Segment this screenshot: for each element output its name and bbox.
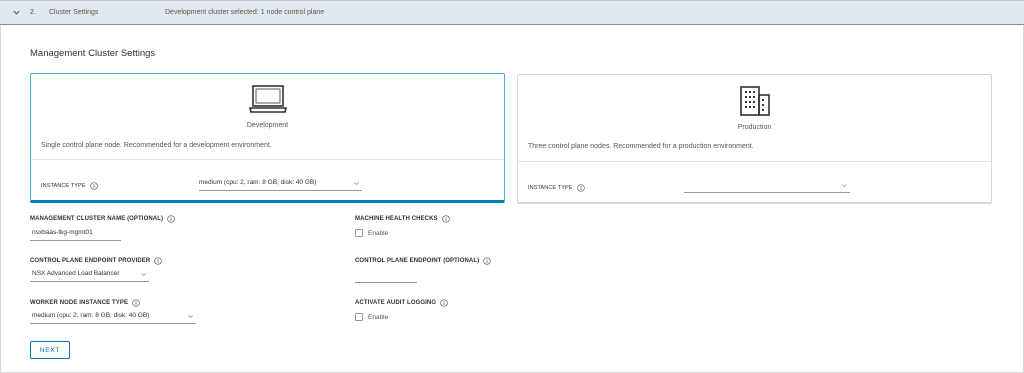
chevron-down-icon <box>354 182 359 186</box>
development-instance-type-label: INSTANCE TYPE <box>41 182 98 190</box>
machine-health-checks-option: Enable <box>368 229 389 237</box>
worker-instance-type-select[interactable]: medium (cpu: 2, ram: 8 GB, disk: 40 GB) <box>30 312 196 324</box>
section-title: Management Cluster Settings <box>30 48 156 59</box>
worker-instance-type-value: medium (cpu: 2, ram: 8 GB, disk: 40 GB) <box>32 312 150 319</box>
worker-instance-type-label: WORKER NODE INSTANCE TYPE <box>30 299 140 307</box>
endpoint-provider-value: NSX Advanced Load Balancer <box>32 270 120 277</box>
step-number: 2. <box>30 9 36 16</box>
machine-health-checks-label: MACHINE HEALTH CHECKS <box>355 215 450 223</box>
step-summary: Development cluster selected: 1 node con… <box>165 9 325 16</box>
endpoint-provider-label-text: CONTROL PLANE ENDPOINT PROVIDER <box>30 258 151 264</box>
machine-health-checks-checkbox-row[interactable]: Enable <box>355 229 388 237</box>
audit-logging-checkbox[interactable] <box>355 313 363 321</box>
cluster-name-label-text: MANAGEMENT CLUSTER NAME (OPTIONAL) <box>30 216 164 222</box>
development-card-description: Single control plane node. Recommended f… <box>41 142 272 149</box>
machine-health-checks-label-text: MACHINE HEALTH CHECKS <box>355 216 438 222</box>
page-border-left <box>0 25 1 373</box>
endpoint-label-text: CONTROL PLANE ENDPOINT (OPTIONAL) <box>355 258 480 264</box>
development-card-divider <box>31 159 504 160</box>
development-instance-type-text: INSTANCE TYPE <box>41 183 86 189</box>
audit-logging-option: Enable <box>368 313 389 321</box>
next-button[interactable]: NEXT <box>30 341 70 359</box>
cluster-name-label: MANAGEMENT CLUSTER NAME (OPTIONAL) <box>30 215 175 223</box>
chevron-down-icon <box>842 184 847 188</box>
info-icon[interactable] <box>440 299 448 307</box>
production-card-name: Production <box>737 124 772 131</box>
audit-logging-checkbox-row[interactable]: Enable <box>355 313 388 321</box>
chevron-down-icon[interactable] <box>12 8 21 17</box>
production-card-description: Three control plane nodes. Recommended f… <box>528 143 754 150</box>
info-icon[interactable] <box>132 299 140 307</box>
step-title: Cluster Settings <box>49 9 99 16</box>
development-instance-type-select[interactable]: medium (cpu: 2, ram: 8 GB, disk: 40 GB) <box>199 179 362 191</box>
chevron-down-icon <box>141 273 146 277</box>
info-icon[interactable] <box>89 182 98 190</box>
production-card-divider <box>518 161 991 162</box>
info-icon[interactable] <box>483 257 491 265</box>
audit-logging-label: ACTIVATE AUDIT LOGGING <box>355 299 448 307</box>
endpoint-provider-label: CONTROL PLANE ENDPOINT PROVIDER <box>30 257 163 265</box>
laptop-icon <box>248 84 288 121</box>
audit-logging-label-text: ACTIVATE AUDIT LOGGING <box>355 300 437 306</box>
endpoint-label: CONTROL PLANE ENDPOINT (OPTIONAL) <box>355 257 491 265</box>
development-card-name: Development <box>246 122 289 129</box>
info-icon[interactable] <box>441 215 450 223</box>
step-header[interactable]: 2. Cluster Settings Development cluster … <box>0 0 1024 25</box>
production-card[interactable]: Production Three control plane nodes. Re… <box>517 74 992 204</box>
info-icon[interactable] <box>167 215 175 223</box>
development-instance-type-value: medium (cpu: 2, ram: 8 GB, disk: 40 GB) <box>199 179 317 186</box>
chevron-down-icon <box>188 315 193 319</box>
endpoint-input[interactable] <box>355 271 417 283</box>
info-icon[interactable] <box>576 184 585 192</box>
production-instance-type-select[interactable] <box>684 181 850 193</box>
worker-instance-type-label-text: WORKER NODE INSTANCE TYPE <box>30 300 129 306</box>
info-icon[interactable] <box>154 257 163 265</box>
production-instance-type-label: INSTANCE TYPE <box>528 184 585 192</box>
machine-health-checks-checkbox[interactable] <box>355 229 363 237</box>
cluster-name-input[interactable]: nsxbaas-tkg-mgmt01 <box>30 229 121 241</box>
development-card[interactable]: Development Single control plane node. R… <box>30 73 505 203</box>
building-icon <box>737 84 773 123</box>
production-instance-type-text: INSTANCE TYPE <box>528 185 573 191</box>
endpoint-provider-select[interactable]: NSX Advanced Load Balancer <box>30 270 149 282</box>
